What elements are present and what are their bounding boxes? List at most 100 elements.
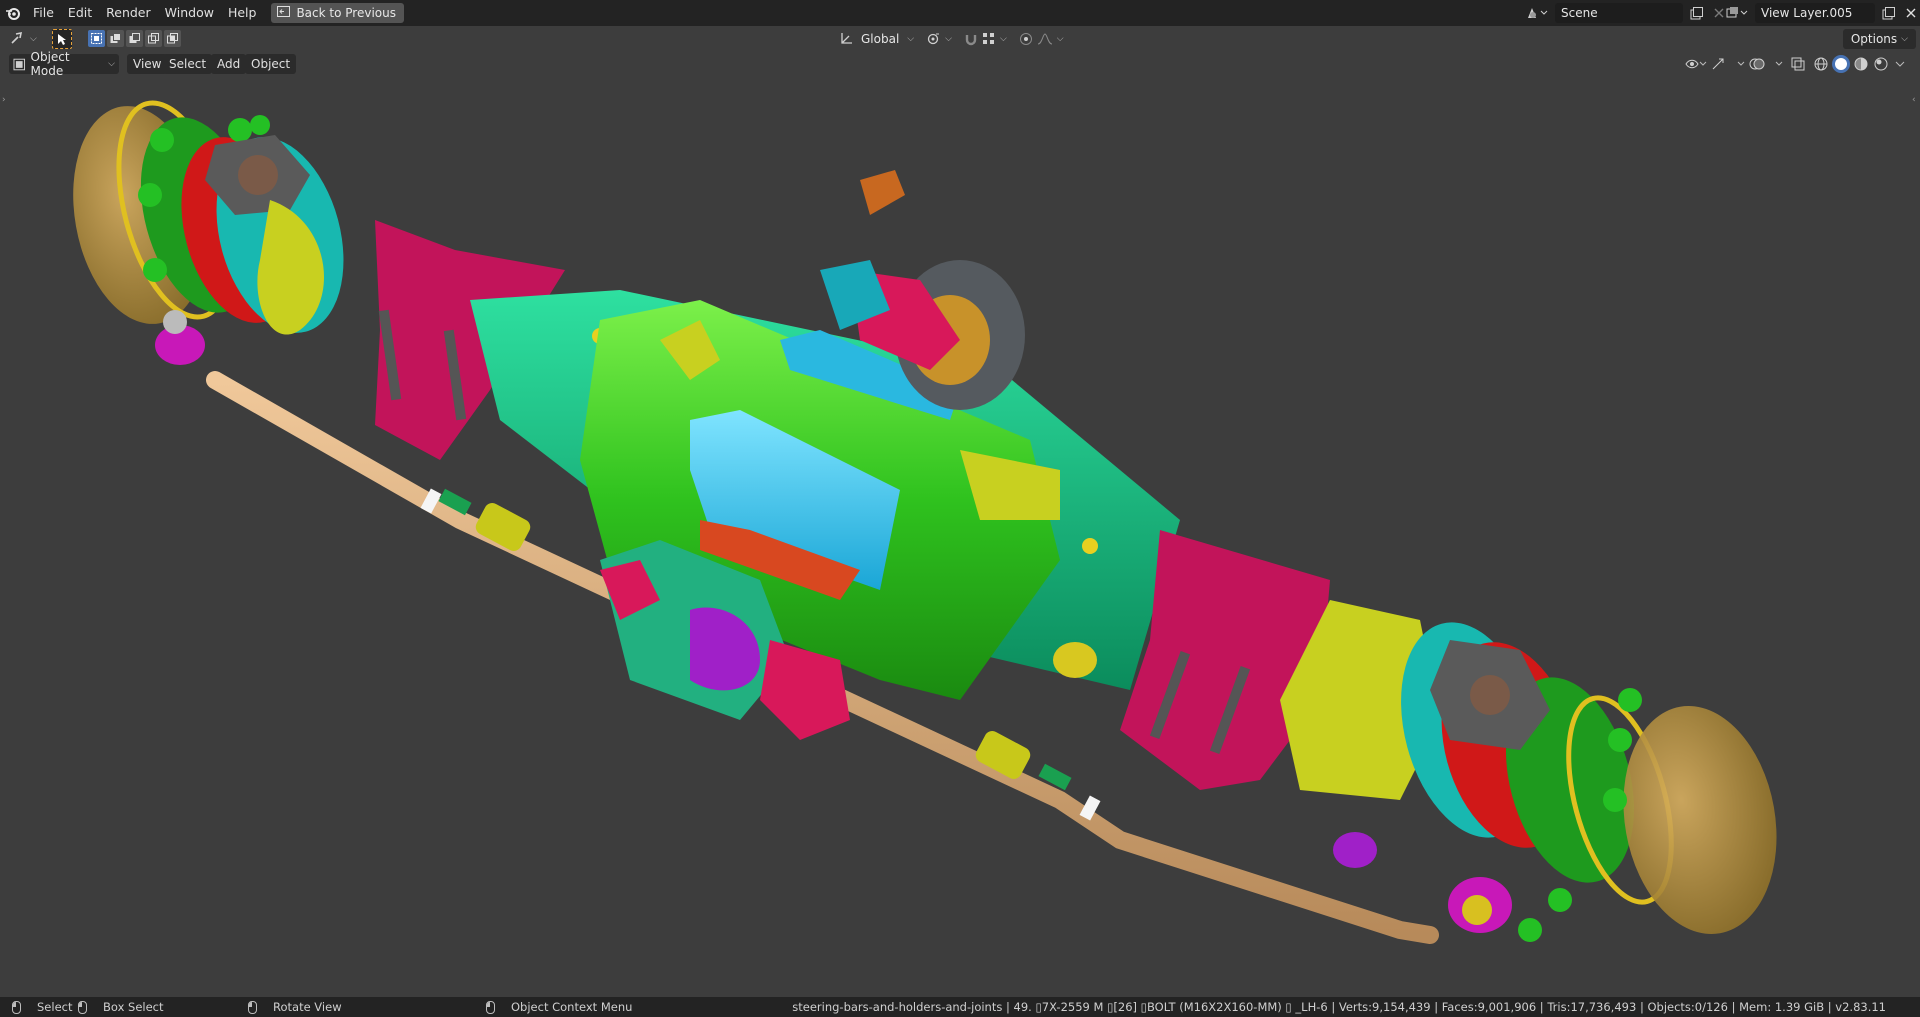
viewport-menu-view[interactable]: View (127, 54, 168, 74)
overlays-dropdown[interactable] (1748, 54, 1784, 74)
menu-edit[interactable]: Edit (61, 0, 99, 26)
viewport-header: Object Mode ⌵ View Select Add Object (0, 50, 1920, 78)
transform-orientation-label: Global (861, 32, 900, 46)
selection-mode-buttons (88, 30, 181, 47)
view-layer-browse-icon[interactable] (1722, 3, 1752, 23)
status-hint-label: Object Context Menu (511, 1000, 633, 1014)
toolbar-expand-arrow-icon[interactable]: › (2, 95, 8, 105)
wireframe-shading-button[interactable] (1812, 55, 1830, 73)
scene-selector: Scene (1522, 3, 1729, 23)
select-extend-mode-button[interactable] (107, 30, 124, 47)
solid-shading-button[interactable] (1832, 55, 1850, 73)
object-mode-label: Object Mode (30, 50, 70, 78)
magnet-icon (965, 35, 977, 46)
object-mode-dropdown[interactable]: Object Mode ⌵ (9, 50, 119, 78)
select-difference-mode-button[interactable] (145, 30, 162, 47)
chevron-down-icon: ⌵ (945, 34, 952, 44)
chevron-down-icon: ⌵ (1901, 34, 1908, 44)
menu-render[interactable]: Render (99, 0, 158, 26)
select-difference-icon (148, 33, 159, 44)
gizmo-icon (1712, 58, 1745, 70)
status-hint-context-menu: Object Context Menu (486, 1000, 632, 1014)
shading-options-dropdown[interactable] (1892, 54, 1908, 74)
tool-header: ⌵ Global ⌵ ⌵ ⌵ ⌵ Options ⌵ (0, 26, 1920, 52)
proportional-edit-icon (1019, 33, 1032, 45)
orientation-axes-icon (841, 33, 852, 44)
solid-sphere-icon (1835, 58, 1847, 70)
eye-icon (1685, 59, 1707, 69)
select-intersect-mode-button[interactable] (164, 30, 181, 47)
select-tool-button[interactable] (52, 29, 72, 49)
mouse-left-icon (12, 1000, 21, 1014)
options-dropdown[interactable]: Options ⌵ (1842, 29, 1916, 49)
blender-logo-icon[interactable] (0, 0, 26, 26)
left-wheel-hub (73, 100, 344, 365)
select-subtract-icon (129, 33, 140, 43)
transform-tools: Global ⌵ ⌵ ⌵ ⌵ (835, 29, 1068, 49)
viewport-menu-select[interactable]: Select (163, 54, 213, 74)
select-set-icon (91, 33, 102, 44)
right-wheel-hub (1280, 600, 1777, 942)
view-layer-name-field[interactable]: View Layer.005 (1755, 3, 1875, 23)
rendered-sphere-icon (1874, 57, 1888, 71)
xray-toggle[interactable] (1786, 54, 1810, 74)
chevron-down-icon: ⌵ (108, 59, 115, 69)
mouse-right-icon (486, 1000, 495, 1014)
snap-toggle[interactable]: ⌵ (960, 29, 1011, 49)
menu-help[interactable]: Help (221, 0, 264, 26)
visibility-dropdown[interactable] (1684, 54, 1708, 74)
gizmo-dropdown[interactable] (1710, 54, 1746, 74)
viewport-shading-controls (1684, 54, 1908, 74)
cursor-arrow-icon (58, 33, 66, 45)
sidebar-expand-arrow-icon[interactable]: ‹ (1912, 95, 1918, 105)
falloff-curve-icon (1037, 33, 1052, 45)
screen-back-icon (277, 6, 291, 20)
material-sphere-icon (1854, 57, 1868, 71)
overlays-icon (1749, 58, 1783, 70)
mouse-drag-icon (78, 1000, 87, 1014)
scene-name-field[interactable]: Scene (1555, 3, 1683, 23)
menu-window[interactable]: Window (158, 0, 221, 26)
viewport-menu-object[interactable]: Object (245, 54, 297, 74)
object-mode-icon (13, 58, 26, 70)
back-to-previous-button[interactable]: Back to Previous (271, 3, 404, 23)
editor-type-selector[interactable]: ⌵ (10, 29, 40, 49)
status-hint-rotate-view: Rotate View (248, 1000, 342, 1014)
status-hint-box-select: Box Select (78, 1000, 164, 1014)
options-label: Options (1850, 32, 1898, 46)
material-preview-shading-button[interactable] (1852, 55, 1870, 73)
select-extend-icon (110, 33, 121, 43)
status-hint-select: Select (12, 1000, 72, 1014)
scene-browse-icon[interactable] (1522, 3, 1552, 23)
pivot-point-dropdown[interactable]: ⌵ (922, 29, 956, 49)
status-hint-label: Box Select (103, 1000, 164, 1014)
editor-type-icon (10, 31, 28, 48)
transform-orientation-dropdown[interactable]: Global ⌵ (835, 29, 918, 49)
chevron-down-icon: ⌵ (30, 34, 37, 44)
rendered-shading-button[interactable] (1872, 55, 1890, 73)
mouse-middle-icon (248, 1000, 257, 1014)
back-to-previous-label: Back to Previous (296, 6, 396, 20)
view-layer-remove-icon[interactable] (1901, 3, 1920, 23)
proportional-editing-toggle[interactable]: ⌵ (1015, 29, 1068, 49)
3d-viewport[interactable] (0, 52, 1920, 997)
pivot-point-icon (927, 33, 940, 45)
scene-statistics: steering-bars-and-holders-and-joints | 4… (792, 1000, 1886, 1014)
status-bar: Select Box Select Rotate View Object Con… (0, 997, 1920, 1017)
wireframe-sphere-icon (1814, 57, 1828, 71)
chevron-down-icon: ⌵ (1056, 34, 1064, 44)
viewport-menu-add[interactable]: Add (211, 54, 247, 74)
select-subtract-mode-button[interactable] (126, 30, 143, 47)
view-layer-new-icon[interactable] (1878, 3, 1898, 23)
scene-new-icon[interactable] (1686, 3, 1706, 23)
chevron-down-icon: ⌵ (999, 34, 1007, 44)
axle-assembly-model (73, 100, 1777, 944)
select-new-mode-button[interactable] (88, 30, 105, 47)
select-intersect-icon (167, 33, 178, 44)
top-menubar: File Edit Render Window Help Back to Pre… (0, 0, 1920, 26)
xray-icon (1791, 57, 1805, 71)
chevron-down-icon (1895, 61, 1905, 67)
view-layer-selector: View Layer.005 (1722, 3, 1920, 23)
menu-file[interactable]: File (26, 0, 61, 26)
status-hint-label: Rotate View (273, 1000, 342, 1014)
